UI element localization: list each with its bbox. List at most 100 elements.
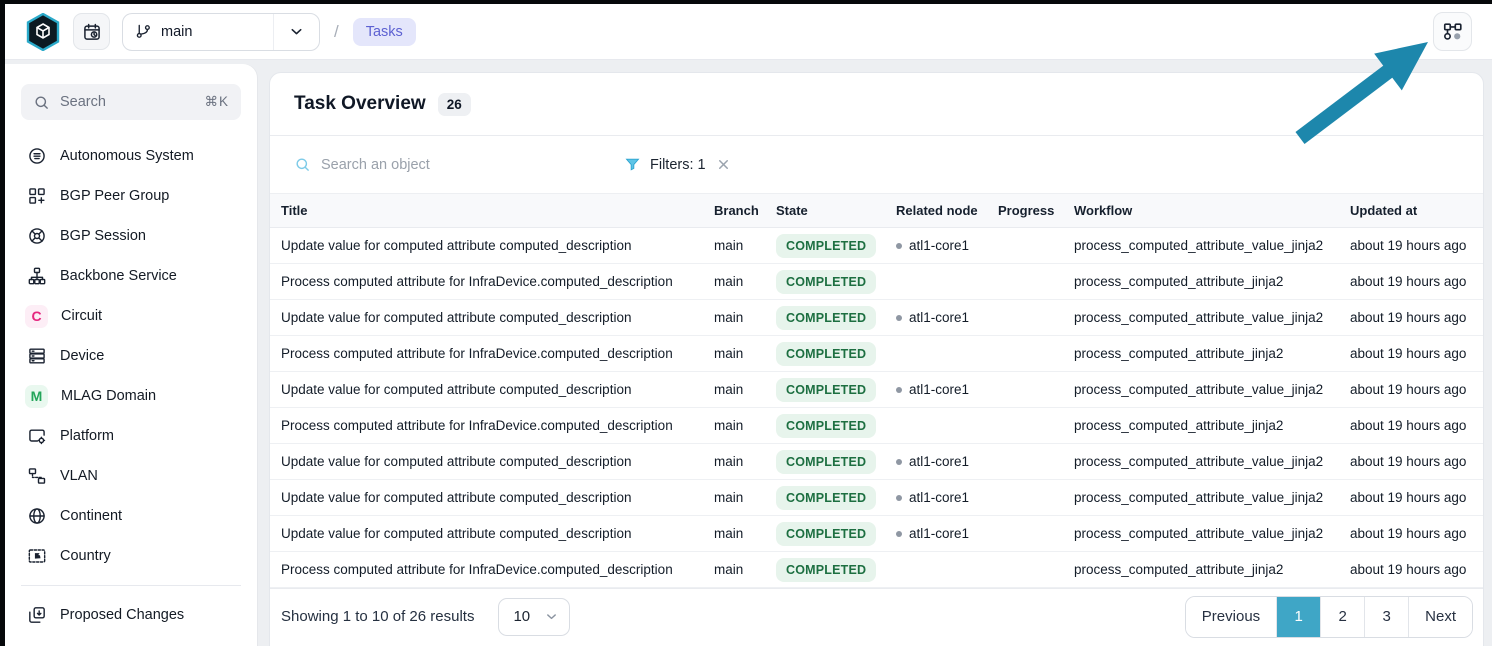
cell-related-node (888, 264, 990, 300)
cell-updated-at: about 19 hours ago (1342, 552, 1483, 588)
bgp-peer-group-icon (27, 186, 47, 206)
cell-title: Process computed attribute for InfraDevi… (270, 264, 706, 300)
sidebar-search-placeholder: Search (60, 94, 106, 110)
table-row[interactable]: Update value for computed attribute comp… (270, 480, 1483, 516)
related-node-label: atl1-core1 (909, 382, 969, 397)
state-badge: COMPLETED (776, 522, 876, 546)
sidebar-item-country[interactable]: Country (19, 536, 243, 576)
proposed-changes-icon (27, 605, 47, 625)
close-icon (716, 157, 731, 172)
filter-toolbar: Filters: 1 (270, 136, 1483, 193)
breadcrumb-separator: / (332, 22, 341, 42)
sidebar-item-mlag-domain[interactable]: MMLAG Domain (19, 376, 243, 416)
next-page-button[interactable]: Next (1409, 597, 1472, 637)
related-node-label: atl1-core1 (909, 454, 969, 469)
device-icon (27, 346, 47, 366)
sidebar-search[interactable]: Search ⌘K (21, 84, 241, 120)
cell-related-node (888, 408, 990, 444)
sidebar-item-circuit[interactable]: C Circuit (19, 296, 243, 336)
previous-page-button[interactable]: Previous (1186, 597, 1277, 637)
cell-branch: main (706, 228, 768, 264)
table-row[interactable]: Process computed attribute for InfraDevi… (270, 336, 1483, 372)
cell-related-node: atl1-core1 (888, 444, 990, 480)
sidebar-footer-menu: Proposed ChangesObject Management (19, 595, 243, 646)
search-icon (294, 156, 311, 173)
column-header-progress: Progress (990, 194, 1066, 228)
cell-title: Update value for computed attribute comp… (270, 516, 706, 552)
state-badge: COMPLETED (776, 270, 876, 294)
date-time-picker-button[interactable] (73, 13, 110, 50)
branch-selector-caret[interactable] (273, 14, 319, 50)
chevron-down-icon (544, 609, 559, 624)
sidebar-item-label: Platform (60, 428, 114, 444)
cell-branch: main (706, 300, 768, 336)
cell-branch: main (706, 372, 768, 408)
cell-updated-at: about 19 hours ago (1342, 408, 1483, 444)
table-row[interactable]: Update value for computed attribute comp… (270, 444, 1483, 480)
node-dot-icon (896, 495, 902, 501)
node-dot-icon (896, 459, 902, 465)
app-logo[interactable] (25, 12, 61, 52)
object-search (294, 156, 524, 173)
sidebar-item-label: VLAN (60, 468, 98, 484)
cell-updated-at: about 19 hours ago (1342, 444, 1483, 480)
table-row[interactable]: Update value for computed attribute comp… (270, 300, 1483, 336)
page-button-2[interactable]: 2 (1321, 597, 1365, 637)
sidebar-item-bgp-peer-group[interactable]: BGP Peer Group (19, 176, 243, 216)
circuit-letter-badge-icon: C (25, 305, 48, 328)
mlag-domain-letter-badge-icon: M (25, 385, 48, 408)
breadcrumb-tasks[interactable]: Tasks (353, 18, 416, 46)
table-row[interactable]: Process computed attribute for InfraDevi… (270, 264, 1483, 300)
sidebar-item-backbone-service[interactable]: Backbone Service (19, 256, 243, 296)
cell-progress (990, 228, 1066, 264)
sidebar-item-label: Circuit (61, 308, 102, 324)
schema-visualizer-button[interactable] (1433, 12, 1472, 51)
table-row[interactable]: Update value for computed attribute comp… (270, 516, 1483, 552)
table-row[interactable]: Update value for computed attribute comp… (270, 228, 1483, 264)
results-summary: Showing 1 to 10 of 26 results (281, 608, 474, 625)
cell-related-node: atl1-core1 (888, 300, 990, 336)
page-button-3[interactable]: 3 (1365, 597, 1409, 637)
backbone-service-icon (27, 266, 47, 286)
sidebar-item-device[interactable]: Device (19, 336, 243, 376)
sidebar-item-proposed-changes[interactable]: Proposed Changes (19, 595, 243, 635)
main-panel: Task Overview 26 Filters: 1 (269, 72, 1484, 646)
cell-state: COMPLETED (768, 444, 888, 480)
table-row[interactable]: Update value for computed attribute comp… (270, 372, 1483, 408)
sidebar-item-label: Country (60, 548, 111, 564)
cell-branch: main (706, 336, 768, 372)
calendar-clock-icon (82, 22, 102, 42)
search-shortcut: ⌘K (204, 94, 229, 110)
cell-workflow: process_computed_attribute_jinja2 (1066, 552, 1342, 588)
node-dot-icon (896, 315, 902, 321)
page-size-select[interactable]: 10 (498, 598, 570, 636)
sidebar-item-label: Backbone Service (60, 268, 177, 284)
sidebar-item-object-management[interactable]: Object Management (19, 635, 243, 646)
state-badge: COMPLETED (776, 306, 876, 330)
object-search-input[interactable] (321, 157, 491, 173)
cell-state: COMPLETED (768, 264, 888, 300)
branch-selector[interactable]: main (122, 13, 320, 51)
page-button-1[interactable]: 1 (1277, 597, 1321, 637)
column-header-related-node: Related node (888, 194, 990, 228)
sidebar-item-autonomous-system[interactable]: Autonomous System (19, 136, 243, 176)
sidebar-divider (21, 585, 241, 586)
git-branch-icon (135, 23, 152, 40)
panel-header: Task Overview 26 (270, 73, 1483, 136)
table-row[interactable]: Process computed attribute for InfraDevi… (270, 408, 1483, 444)
state-badge: COMPLETED (776, 450, 876, 474)
filters-chip[interactable]: Filters: 1 (624, 156, 706, 173)
sidebar-item-continent[interactable]: Continent (19, 496, 243, 536)
sidebar-item-platform[interactable]: Platform (19, 416, 243, 456)
cell-title: Update value for computed attribute comp… (270, 480, 706, 516)
clear-filters-button[interactable] (716, 157, 731, 172)
column-header-updated-at: Updated at (1342, 194, 1483, 228)
cell-updated-at: about 19 hours ago (1342, 516, 1483, 552)
column-header-workflow: Workflow (1066, 194, 1342, 228)
sidebar-item-bgp-session[interactable]: BGP Session (19, 216, 243, 256)
state-badge: COMPLETED (776, 378, 876, 402)
sidebar-item-vlan[interactable]: VLAN (19, 456, 243, 496)
table-header: TitleBranchStateRelated nodeProgressWork… (270, 194, 1483, 228)
cell-workflow: process_computed_attribute_value_jinja2 (1066, 444, 1342, 480)
table-row[interactable]: Process computed attribute for InfraDevi… (270, 552, 1483, 588)
